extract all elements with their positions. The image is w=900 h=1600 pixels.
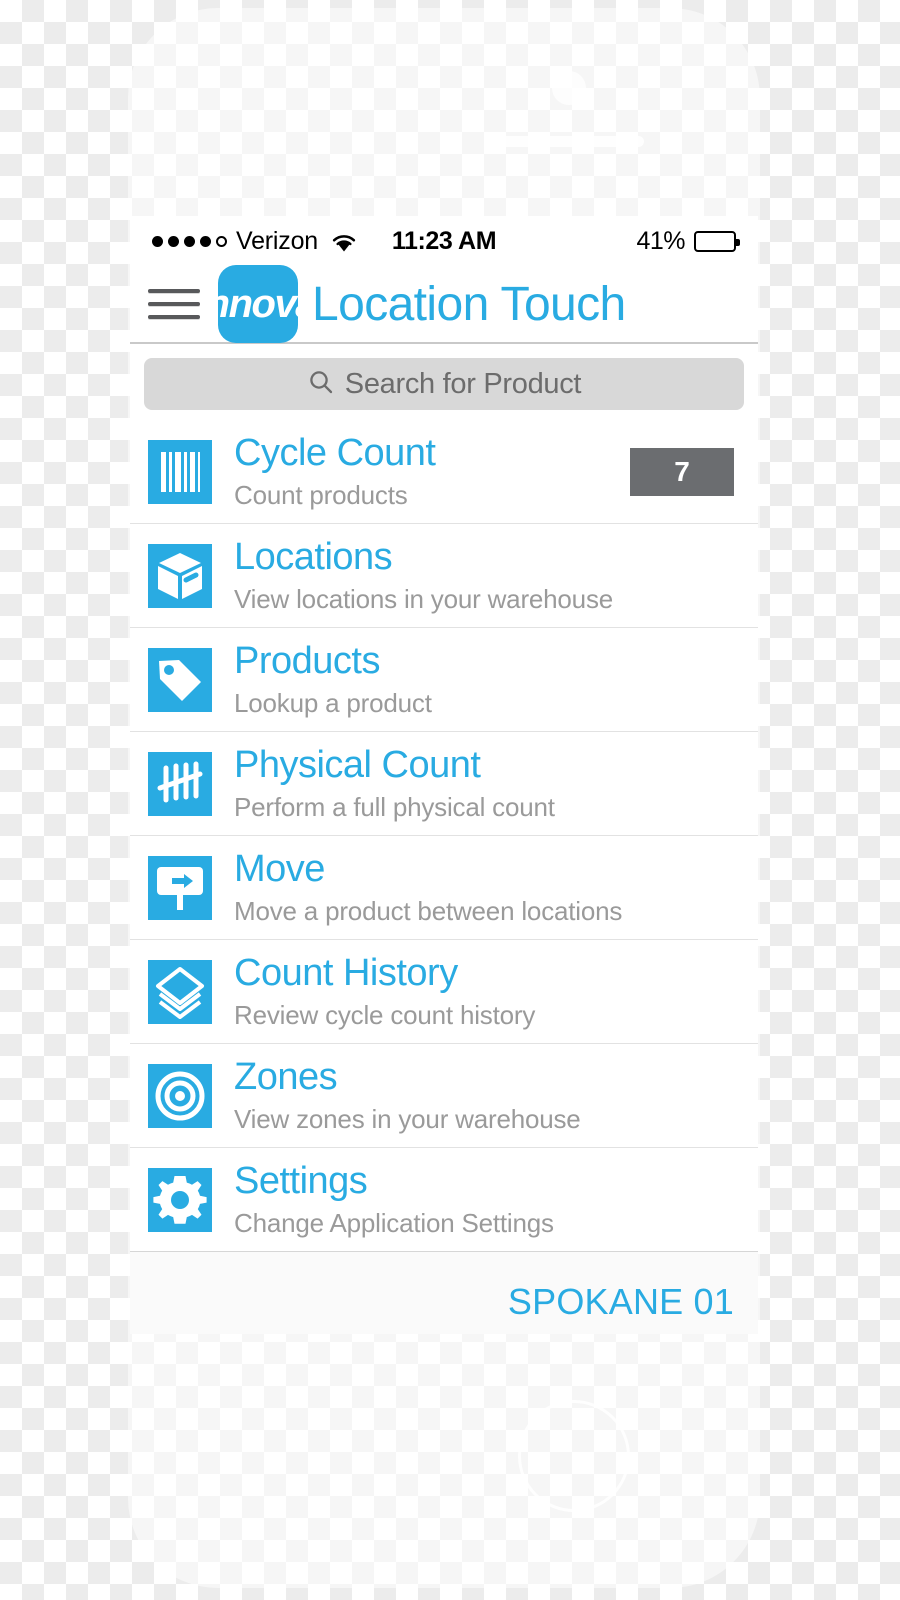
menu-item-subtitle: Lookup a product bbox=[234, 687, 432, 718]
menu-item-text: Count History Review cycle count history bbox=[234, 952, 742, 1031]
menu-item-text: Zones View zones in your warehouse bbox=[234, 1056, 742, 1135]
search-input[interactable]: Search for Product bbox=[144, 358, 744, 410]
tag-icon bbox=[148, 647, 212, 712]
barcode-icon bbox=[148, 439, 212, 504]
menu-item-subtitle: Review cycle count history bbox=[234, 999, 536, 1030]
menu-item-subtitle: Change Application Settings bbox=[234, 1207, 554, 1238]
menu-item-locations[interactable]: Locations View locations in your warehou… bbox=[130, 523, 758, 627]
menu-item-title: Settings bbox=[234, 1160, 368, 1203]
app-logo: innova bbox=[218, 265, 298, 343]
app-screen: Verizon 11:23 AM 41% innova Location Tou bbox=[130, 216, 758, 1334]
menu-item-text: Move Move a product between locations bbox=[234, 848, 742, 927]
menu-item-count-history[interactable]: Count History Review cycle count history bbox=[130, 939, 758, 1043]
status-badge: 7 bbox=[630, 447, 734, 496]
menu-item-physical-count[interactable]: Physical Count Perform a full physical c… bbox=[130, 731, 758, 835]
menu-item-zones[interactable]: Zones View zones in your warehouse bbox=[130, 1043, 758, 1147]
page-title: Location Touch bbox=[312, 277, 626, 331]
menu-item-title: Count History bbox=[234, 952, 458, 995]
hamburger-menu-icon[interactable] bbox=[148, 289, 200, 319]
search-icon bbox=[307, 368, 335, 401]
front-camera bbox=[552, 71, 586, 105]
menu-item-text: Locations View locations in your warehou… bbox=[234, 536, 742, 615]
status-bar: Verizon 11:23 AM 41% bbox=[130, 216, 758, 266]
menu-item-title: Move bbox=[234, 848, 325, 891]
logo-text: innova bbox=[218, 281, 298, 326]
menu-item-title: Locations bbox=[234, 536, 393, 579]
menu-item-text: Cycle Count Count products bbox=[234, 432, 630, 511]
menu-item-title: Zones bbox=[234, 1056, 338, 1099]
menu-item-title: Products bbox=[234, 640, 380, 683]
search-section: Search for Product bbox=[130, 344, 758, 420]
menu-item-title: Physical Count bbox=[234, 744, 481, 787]
menu-item-text: Settings Change Application Settings bbox=[234, 1160, 742, 1239]
menu-item-title: Cycle Count bbox=[234, 432, 436, 474]
target-icon bbox=[148, 1063, 212, 1128]
menu-item-products[interactable]: Products Lookup a product bbox=[130, 627, 758, 731]
menu-item-subtitle: Perform a full physical count bbox=[234, 791, 555, 822]
home-button bbox=[518, 1400, 630, 1512]
search-placeholder: Search for Product bbox=[344, 367, 582, 400]
warehouse-label[interactable]: SPOKANE 01 bbox=[508, 1281, 734, 1323]
battery-icon bbox=[694, 230, 740, 252]
menu-item-move[interactable]: Move Move a product between locations bbox=[130, 835, 758, 939]
sign-arrow-right-icon bbox=[148, 855, 212, 920]
menu-item-text: Products Lookup a product bbox=[234, 640, 742, 719]
menu-item-settings[interactable]: Settings Change Application Settings bbox=[130, 1147, 758, 1251]
tally-marks-icon bbox=[148, 751, 212, 816]
menu-item-subtitle: View locations in your warehouse bbox=[234, 583, 614, 614]
menu-item-text: Physical Count Perform a full physical c… bbox=[234, 744, 742, 823]
layers-icon bbox=[148, 959, 212, 1024]
status-bar-right: 41% bbox=[636, 226, 740, 256]
earpiece-speaker bbox=[500, 136, 644, 147]
menu-item-cycle-count[interactable]: Cycle Count Count products 7 bbox=[130, 420, 758, 523]
navigation-bar: innova Location Touch bbox=[130, 265, 758, 344]
menu-item-subtitle: View zones in your warehouse bbox=[234, 1103, 581, 1134]
main-menu-list: Cycle Count Count products 7 Locations V… bbox=[130, 420, 758, 1252]
footer-bar: SPOKANE 01 bbox=[130, 1251, 758, 1334]
box-icon bbox=[148, 543, 212, 608]
gear-icon bbox=[148, 1167, 212, 1232]
battery-percent-label: 41% bbox=[636, 226, 685, 255]
menu-item-subtitle: Count products bbox=[234, 479, 408, 510]
menu-item-subtitle: Move a product between locations bbox=[234, 895, 623, 926]
